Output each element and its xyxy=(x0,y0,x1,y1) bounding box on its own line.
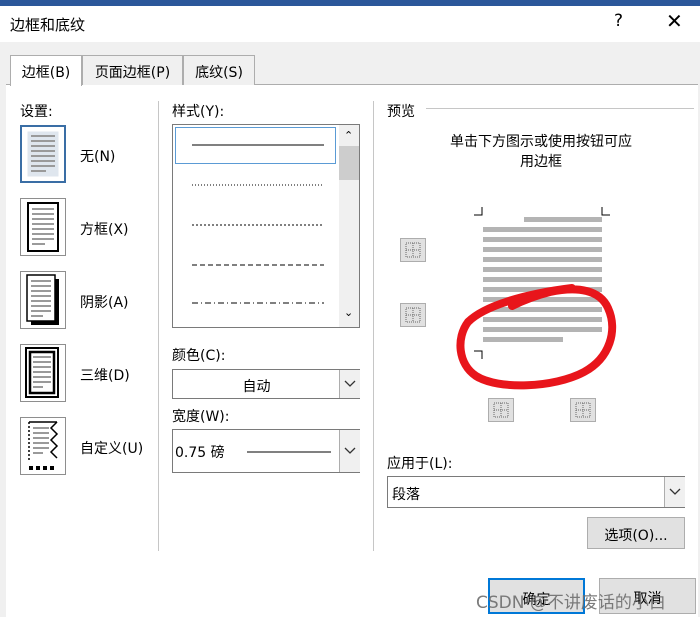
setting-box-label: 方框(X) xyxy=(80,222,129,238)
shadow-border-icon xyxy=(26,274,59,325)
setting-shadow[interactable] xyxy=(20,271,66,329)
settings-label: 设置: xyxy=(20,104,53,120)
options-button[interactable]: 选项(O)... xyxy=(587,517,685,549)
setting-custom[interactable] xyxy=(20,417,66,475)
scroll-up-icon[interactable]: ⌃ xyxy=(344,129,353,142)
tab-shading[interactable]: 底纹(S) xyxy=(183,55,255,85)
tab-page-border[interactable]: 页面边框(P) xyxy=(82,55,183,85)
preview-hint-2: 用边框 xyxy=(520,154,562,170)
setting-custom-label: 自定义(U) xyxy=(80,441,144,457)
apply-to-dropdown-button[interactable] xyxy=(664,477,685,507)
setting-box[interactable] xyxy=(20,198,66,256)
line-style-options xyxy=(192,144,324,304)
column-divider-2 xyxy=(373,101,374,551)
right-border-button[interactable] xyxy=(570,398,596,422)
scroll-thumb[interactable] xyxy=(339,146,359,180)
apply-to-select[interactable]: 段落 xyxy=(387,476,685,508)
watermark: CSDN @不讲废话的小白 xyxy=(476,593,666,613)
width-dropdown-button[interactable] xyxy=(339,430,360,472)
help-button[interactable]: ? xyxy=(614,11,623,31)
preview-hint-1: 单击下方图示或使用按钮可应 xyxy=(450,134,632,150)
width-line-sample xyxy=(247,451,331,453)
apply-to-label: 应用于(L): xyxy=(387,456,453,472)
close-button[interactable]: ✕ xyxy=(666,9,683,33)
dialog-title: 边框和底纹 xyxy=(10,16,86,34)
chevron-down-icon xyxy=(669,488,681,495)
setting-3d[interactable] xyxy=(20,344,66,402)
box-border-icon xyxy=(27,202,59,252)
color-dropdown-button[interactable] xyxy=(339,370,360,398)
width-value: 0.75 磅 xyxy=(175,445,225,461)
dialog-titlebar xyxy=(0,6,700,42)
setting-none-icon xyxy=(26,130,60,178)
setting-3d-label: 三维(D) xyxy=(80,368,130,384)
chevron-down-icon xyxy=(344,447,356,454)
scroll-down-icon[interactable]: ⌄ xyxy=(344,306,353,319)
left-border-button[interactable] xyxy=(488,398,514,422)
middle-border-button[interactable] xyxy=(400,303,426,327)
tab-borders[interactable]: 边框(B) xyxy=(10,55,82,86)
color-label: 颜色(C): xyxy=(172,348,226,364)
top-border-icon xyxy=(405,242,421,258)
width-select[interactable]: 0.75 磅 xyxy=(172,429,360,473)
chevron-down-icon xyxy=(344,380,356,387)
style-label: 样式(Y): xyxy=(172,104,225,120)
3d-border-icon xyxy=(25,347,59,398)
color-select[interactable]: 自动 xyxy=(172,369,360,399)
column-divider xyxy=(158,101,159,551)
middle-border-icon xyxy=(405,307,421,323)
left-border-icon xyxy=(493,402,509,418)
apply-to-value: 段落 xyxy=(392,487,420,503)
custom-border-icon xyxy=(28,421,59,470)
red-annotation-circle xyxy=(456,284,617,390)
right-border-icon xyxy=(575,402,591,418)
preview-label: 预览 xyxy=(387,104,415,120)
setting-none-label: 无(N) xyxy=(80,149,116,165)
preview-rule xyxy=(426,108,694,109)
setting-none[interactable] xyxy=(20,125,66,183)
setting-shadow-label: 阴影(A) xyxy=(80,295,129,311)
color-value: 自动 xyxy=(242,379,271,395)
top-border-button[interactable] xyxy=(400,238,426,262)
width-label: 宽度(W): xyxy=(172,409,230,425)
